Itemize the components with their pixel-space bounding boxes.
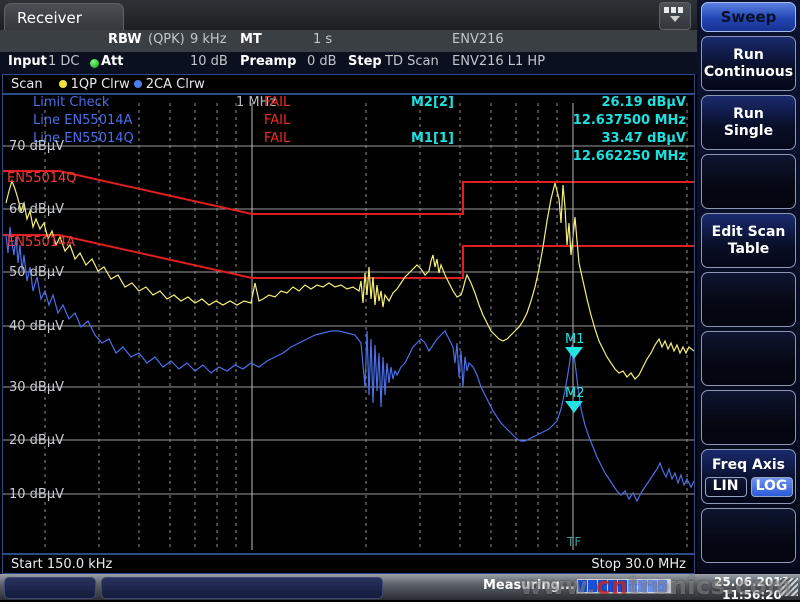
mt-label: MT (240, 32, 262, 47)
softkey-empty-3[interactable] (701, 331, 796, 386)
softkey-freq-axis[interactable]: Freq Axis LIN LOG (701, 449, 796, 504)
input-label: Input (8, 54, 47, 69)
limit-line-q-result: FAIL (264, 131, 290, 146)
frequency-axis-footer[interactable]: Start 150.0 kHz Stop 30.0 MHz (2, 554, 695, 574)
att-value: 10 dB (190, 54, 228, 69)
transducer-name: ENV216 (452, 32, 504, 47)
y-tick-20: 20 dBµV (9, 433, 64, 448)
status-message: Measuring... (483, 578, 575, 593)
input-status-indicator-icon (90, 59, 99, 68)
freq-axis-lin-button[interactable]: LIN (705, 477, 747, 497)
limit-check-title: Limit Check (33, 95, 109, 110)
softkey-run-continuous[interactable]: Run Continuous (701, 36, 796, 91)
trace-1-label: 1QP Clrw (71, 77, 130, 92)
limit-check-result: FAIL (264, 95, 290, 110)
tab-bar: Receiver (0, 0, 697, 30)
trace-status-row[interactable]: Scan 1QP Clrw 2CA Clrw (2, 74, 695, 94)
softkey-run-single-line1: Run (733, 106, 764, 123)
att-label: Att (101, 54, 124, 69)
limit-line-a-result: FAIL (264, 113, 290, 128)
trace-1-color-dot-icon (59, 80, 67, 88)
marker-m1-level: 33.47 dBµV (602, 131, 687, 146)
softkey-menu-title-label: Sweep (721, 9, 777, 26)
taskbar (0, 574, 800, 600)
limit-label-upper: EN55014Q (7, 171, 77, 186)
tf-cursor-label: TF (567, 535, 581, 549)
softkey-empty-1[interactable] (701, 154, 796, 209)
tab-receiver[interactable]: Receiver (4, 3, 124, 32)
menu-grid-icon[interactable] (659, 2, 691, 30)
header-row-settings-1: RBW (QPK) 9 kHz MT 1 s ENV216 (0, 30, 697, 52)
marker-m2-freq: 12.637500 MHz (573, 113, 686, 128)
softkey-run-single[interactable]: Run Single (701, 95, 796, 150)
y-tick-70: 70 dBµV (9, 139, 64, 154)
y-tick-10: 10 dBµV (9, 487, 64, 502)
y-tick-30: 30 dBµV (9, 380, 64, 395)
rbw-label: RBW (108, 32, 142, 47)
freq-axis-log-button[interactable]: LOG (751, 477, 793, 497)
preamp-label: Preamp (240, 54, 296, 69)
start-frequency: Start 150.0 kHz (11, 557, 112, 572)
softkey-edit-scan-table[interactable]: Edit Scan Table (701, 213, 796, 268)
preamp-value: 0 dB (307, 54, 337, 69)
input-value: 1 DC (48, 54, 80, 69)
step-value: TD Scan (385, 54, 439, 69)
y-tick-40: 40 dBµV (9, 319, 64, 334)
marker-m2-plot-label: M2 (565, 386, 585, 401)
softkey-panel: Sweep Run Continuous Run Single Edit Sca… (697, 0, 800, 574)
measurement-diagram[interactable]: Limit Check Line EN55014A Line EN55014Q … (2, 94, 695, 554)
softkey-empty-4[interactable] (701, 390, 796, 445)
taskbar-button-1[interactable] (4, 577, 96, 599)
softkey-empty-5[interactable] (701, 508, 796, 563)
y-tick-60: 60 dBµV (9, 202, 64, 217)
softkey-menu-title[interactable]: Sweep (701, 2, 796, 32)
softkey-edit-scan-table-line2: Table (728, 241, 770, 258)
softkey-run-continuous-line2: Continuous (704, 64, 793, 81)
y-tick-50: 50 dBµV (9, 265, 64, 280)
mt-value: 1 s (313, 32, 332, 47)
resize-grip-icon[interactable] (780, 578, 798, 596)
limit-line-a-name: Line EN55014A (33, 113, 132, 128)
tab-receiver-label: Receiver (17, 9, 82, 27)
marker-m2-level: 26.19 dBµV (602, 95, 687, 110)
limit-label-lower: EN55014A (7, 235, 75, 250)
softkey-run-single-line2: Single (724, 123, 773, 140)
chevron-down-icon (670, 16, 680, 22)
freq-axis-title: Freq Axis (705, 457, 793, 474)
softkey-empty-2[interactable] (701, 272, 796, 327)
stop-frequency: Stop 30.0 MHz (591, 557, 686, 572)
menu-grid-squares (664, 7, 683, 13)
marker-m1-freq: 12.662250 MHz (573, 149, 686, 164)
progress-bar (576, 578, 672, 594)
softkey-run-continuous-line1: Run (733, 47, 764, 64)
marker-m1-plot-label: M1 (565, 332, 585, 347)
taskbar-button-2[interactable] (101, 577, 383, 599)
scan-label: Scan (11, 77, 43, 92)
trace-2-label: 2CA Clrw (146, 77, 205, 92)
rbw-value: 9 kHz (190, 32, 227, 47)
softkey-edit-scan-table-line1: Edit Scan (712, 224, 786, 241)
step-label: Step (348, 54, 382, 69)
rbw-detector: (QPK) (148, 32, 185, 47)
trace-2-color-dot-icon (134, 80, 142, 88)
marker-m1-name: M1[1] (411, 131, 454, 146)
instrument-screen: Receiver RBW (QPK) 9 kHz MT 1 s ENV216 I… (0, 0, 800, 600)
header-row-settings-2: Input 1 DC Att 10 dB Preamp 0 dB Step TD… (0, 52, 697, 74)
transducer-path: ENV216 L1 HP (452, 54, 545, 69)
marker-m2-name: M2[2] (411, 95, 454, 110)
